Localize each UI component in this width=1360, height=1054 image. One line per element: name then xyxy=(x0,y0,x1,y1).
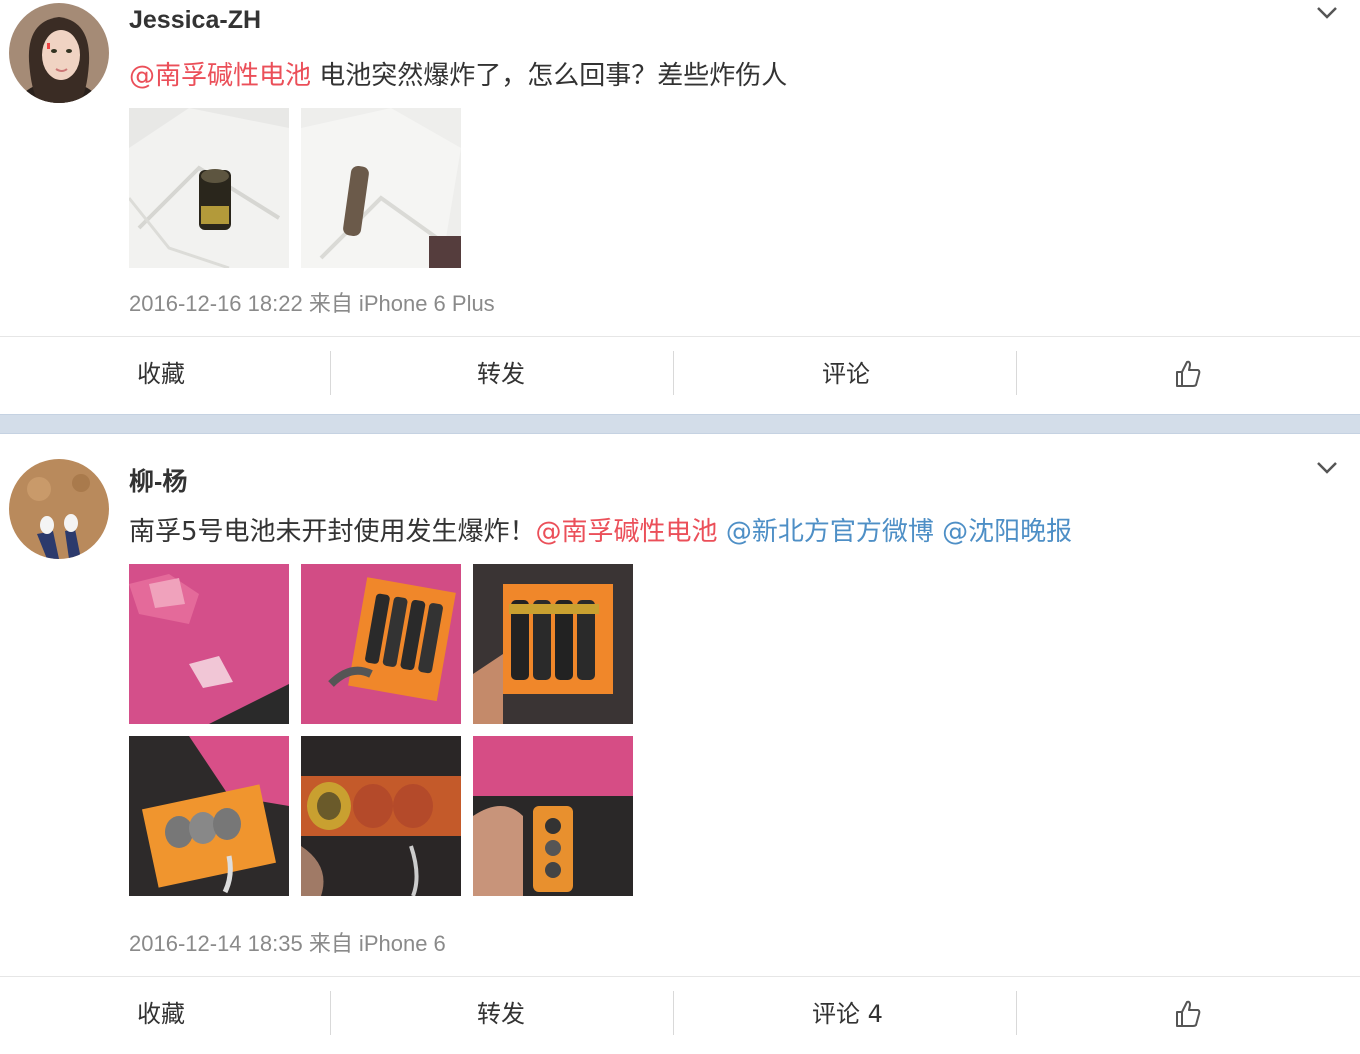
post-text: @南孚碱性电池 电池突然爆炸了，怎么回事？差些炸伤人 xyxy=(129,55,787,92)
image-thumbnail[interactable] xyxy=(301,564,461,724)
post-separator xyxy=(0,414,1360,434)
favorite-button[interactable]: 收藏 xyxy=(137,977,185,1053)
username[interactable]: 柳-杨 xyxy=(129,462,187,498)
divider xyxy=(673,351,674,395)
thumbs-up-icon[interactable] xyxy=(1174,359,1202,389)
post-body: 电池突然爆炸了，怎么回事？差些炸伤人 xyxy=(311,61,788,91)
mention-link[interactable]: @南孚碱性电池 xyxy=(129,61,311,91)
comment-button[interactable]: 评论 4 xyxy=(812,977,883,1053)
action-bar: 收藏 转发 评论 xyxy=(0,336,1360,414)
image-thumbnail[interactable] xyxy=(473,564,633,724)
repost-button[interactable]: 转发 xyxy=(477,977,525,1053)
repost-button[interactable]: 转发 xyxy=(477,337,525,413)
user-avatar[interactable] xyxy=(9,459,109,559)
mention-link[interactable]: @南孚碱性电池 xyxy=(536,517,718,547)
action-bar: 收藏 转发 评论 4 xyxy=(0,976,1360,1054)
weibo-post: 柳-杨 南孚5号电池未开封使用发生爆炸！@南孚碱性电池 @新北方官方微博 @沈阳… xyxy=(0,434,1360,1035)
divider xyxy=(330,351,331,395)
chevron-down-icon[interactable] xyxy=(1316,2,1338,24)
divider xyxy=(673,991,674,1035)
divider xyxy=(1016,351,1017,395)
chevron-down-icon[interactable] xyxy=(1316,457,1338,479)
image-thumbnail[interactable] xyxy=(129,108,289,268)
user-avatar[interactable] xyxy=(9,3,109,103)
comment-button[interactable]: 评论 xyxy=(822,337,870,413)
favorite-button[interactable]: 收藏 xyxy=(137,337,185,413)
divider xyxy=(330,991,331,1035)
username[interactable]: Jessica-ZH xyxy=(129,6,261,35)
image-thumbnail[interactable] xyxy=(301,108,461,268)
divider xyxy=(1016,991,1017,1035)
post-timestamp: 2016-12-14 18:35 来自 iPhone 6 xyxy=(129,931,446,956)
post-body: 南孚5号电池未开封使用发生爆炸！ xyxy=(129,517,536,547)
image-thumbnail[interactable] xyxy=(301,736,461,896)
image-thumbnail[interactable] xyxy=(129,564,289,724)
mention-link[interactable]: @沈阳晚报 xyxy=(942,517,1072,547)
post-text: 南孚5号电池未开封使用发生爆炸！@南孚碱性电池 @新北方官方微博 @沈阳晚报 xyxy=(129,511,1072,548)
post-timestamp: 2016-12-16 18:22 来自 iPhone 6 Plus xyxy=(129,291,495,316)
image-thumbnail[interactable] xyxy=(473,736,633,896)
thumbs-up-icon[interactable] xyxy=(1174,999,1202,1029)
image-thumbnail[interactable] xyxy=(129,736,289,896)
weibo-post: Jessica-ZH @南孚碱性电池 电池突然爆炸了，怎么回事？差些炸伤人 20… xyxy=(0,0,1360,414)
mention-link[interactable]: @新北方官方微博 xyxy=(726,517,934,547)
